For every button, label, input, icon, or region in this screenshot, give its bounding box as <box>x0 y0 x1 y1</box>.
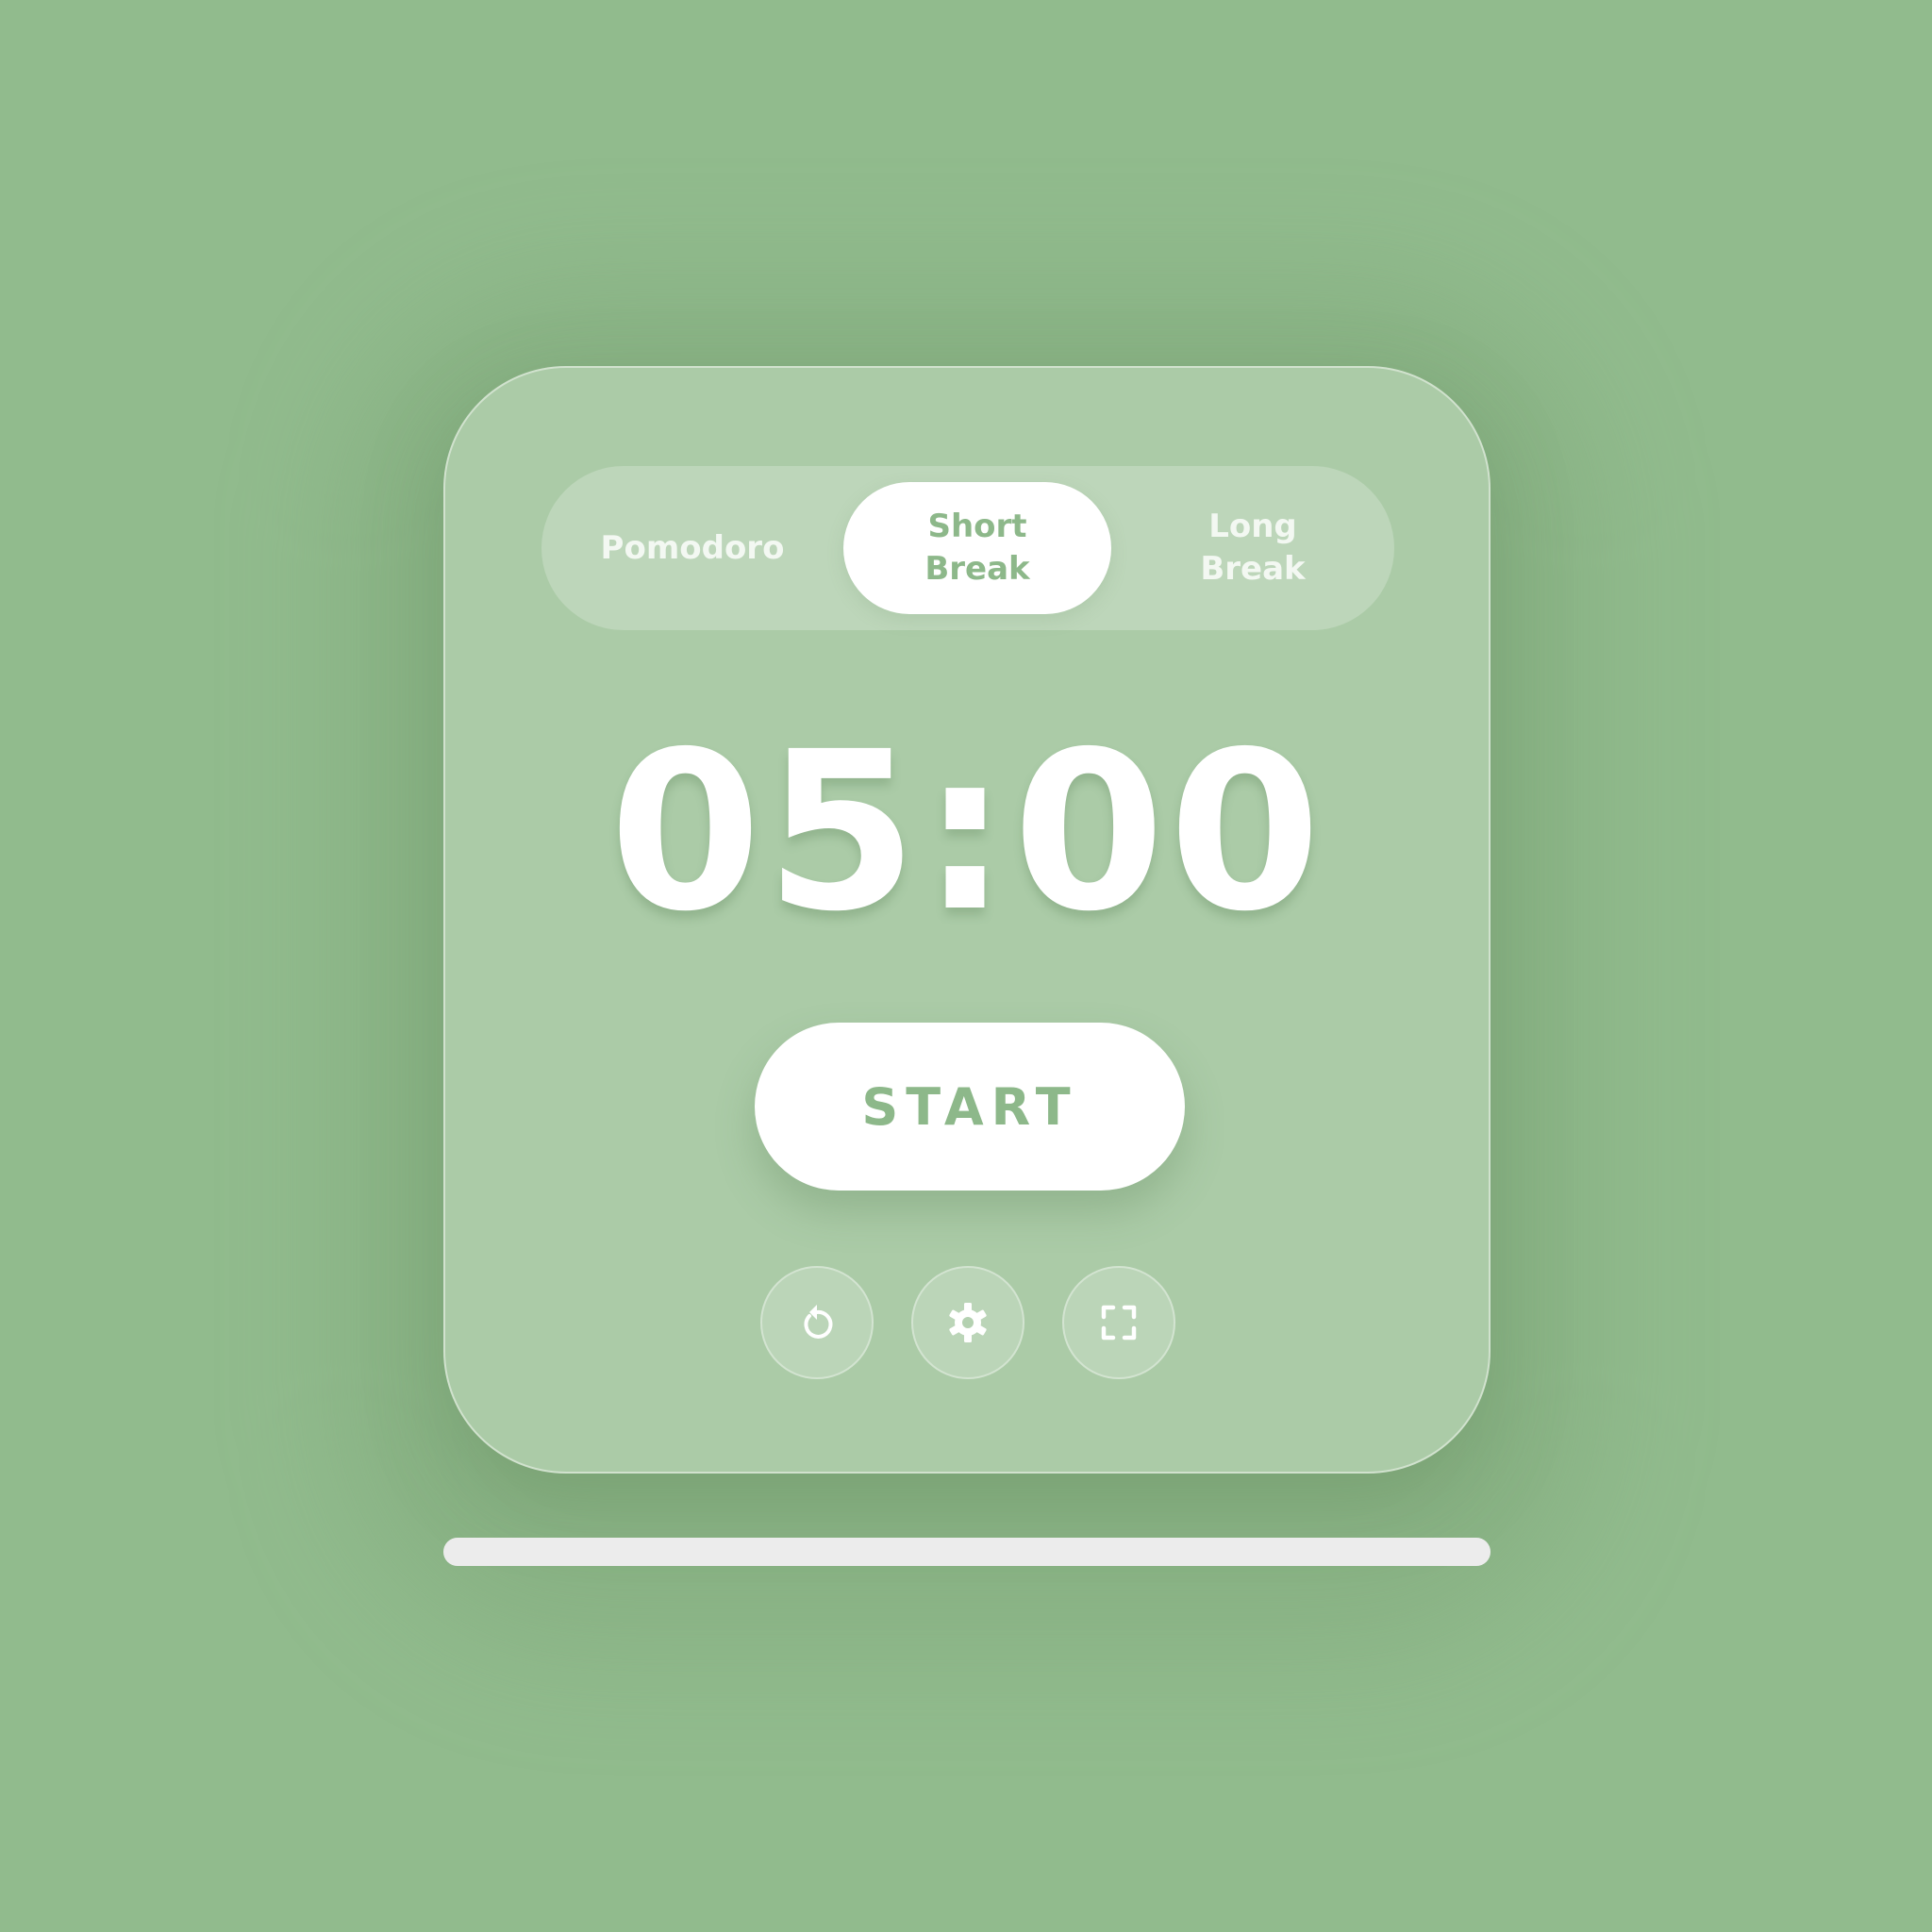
settings-button[interactable] <box>911 1266 1024 1379</box>
progress-fill <box>443 1538 1491 1566</box>
timer-card: Pomodoro Short Break Long Break 05:00 ST… <box>443 366 1491 1474</box>
app-root: Pomodoro Short Break Long Break 05:00 ST… <box>0 0 1932 1932</box>
fullscreen-icon <box>1101 1305 1137 1341</box>
mode-tabs: Pomodoro Short Break Long Break <box>541 466 1394 630</box>
tab-short-break[interactable]: Short Break <box>843 482 1111 614</box>
start-button[interactable]: START <box>755 1023 1185 1191</box>
tab-pomodoro[interactable]: Pomodoro <box>541 466 843 630</box>
reset-icon <box>804 1305 833 1339</box>
progress-bar <box>443 1538 1491 1566</box>
gear-icon <box>949 1303 987 1342</box>
fullscreen-button[interactable] <box>1062 1266 1175 1379</box>
timer-display: 05:00 <box>608 705 1325 959</box>
tab-pomodoro-label: Pomodoro <box>600 528 785 567</box>
tab-short-break-label: Short Break <box>924 508 1030 588</box>
tab-long-break[interactable]: Long Break <box>1111 466 1394 630</box>
tab-long-break-label: Long Break <box>1200 508 1306 588</box>
reset-button[interactable] <box>760 1266 874 1379</box>
